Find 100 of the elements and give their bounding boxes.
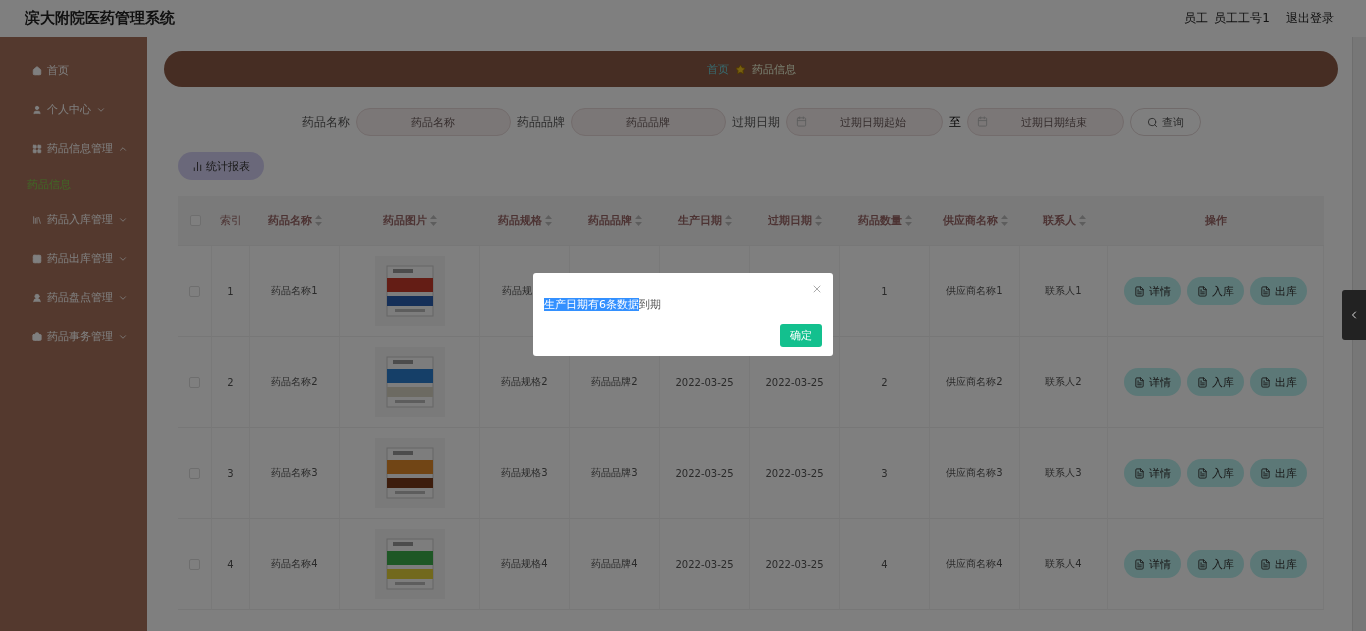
column-header: 联系人	[1042, 213, 1076, 228]
star-icon	[734, 63, 746, 75]
briefcase-icon	[32, 331, 42, 342]
breadcrumb-link[interactable]: 首页	[706, 61, 729, 77]
table-cell: 药品规格3	[480, 428, 570, 519]
table-cell: 1	[212, 246, 250, 337]
collapse-tab[interactable]	[1342, 290, 1366, 340]
sidebar-item[interactable]: 药品出库管理	[0, 239, 147, 278]
table-cell: 4	[212, 519, 250, 610]
report-button[interactable]: 统计报表	[178, 152, 264, 180]
sort-icon[interactable]	[430, 215, 437, 226]
column-header: 供应商名称	[942, 213, 998, 228]
table-cell: 供应商名称4	[930, 519, 1020, 610]
sort-icon[interactable]	[725, 215, 732, 226]
search-field[interactable]: 药品名称	[355, 108, 511, 136]
sort-icon[interactable]	[315, 215, 322, 226]
sort-icon[interactable]	[545, 215, 552, 226]
calendar-icon	[976, 116, 988, 127]
sidebar-item[interactable]: 首页	[0, 51, 147, 90]
user-name: 员工工号1	[1214, 10, 1270, 27]
grid-icon	[32, 253, 42, 264]
confirm-button[interactable]: 确定	[780, 324, 822, 347]
sort-icon[interactable]	[1078, 215, 1086, 226]
sidebar-item[interactable]: 药品事务管理	[0, 317, 147, 356]
table-cell: 药品品牌3	[570, 428, 660, 519]
table-cell: 2	[212, 337, 250, 428]
document-icon	[1197, 467, 1208, 479]
table-cell: 2	[840, 337, 930, 428]
action-button[interactable]: 详情	[1124, 550, 1181, 578]
table-cell: 2022-03-25	[660, 428, 750, 519]
document-icon	[1197, 285, 1208, 297]
sort-icon[interactable]	[815, 215, 822, 226]
field-label: 过期日期	[731, 113, 780, 131]
sidebar-item[interactable]: 个人中心	[0, 90, 147, 129]
action-button[interactable]: 出库	[1250, 277, 1307, 305]
column-header: 药品数量	[858, 213, 902, 228]
action-button[interactable]: 出库	[1250, 550, 1307, 578]
date-field[interactable]: 过期日期结束	[966, 108, 1124, 136]
column-header: 药品图片	[383, 213, 427, 228]
grid-icon	[32, 143, 42, 154]
document-icon	[1134, 558, 1145, 570]
action-button[interactable]: 详情	[1124, 368, 1181, 396]
sidebar-item[interactable]: 药品信息管理	[0, 129, 147, 168]
document-icon	[1260, 285, 1271, 297]
column-header: 药品规格	[498, 213, 542, 228]
table-cell: 3	[840, 428, 930, 519]
sort-icon[interactable]	[635, 215, 642, 226]
app-title: 滨大附院医药管理系统	[25, 9, 175, 28]
action-button[interactable]: 出库	[1250, 368, 1307, 396]
table-cell: 药品名称4	[250, 519, 340, 610]
table-cell: 供应商名称1	[930, 246, 1020, 337]
close-button[interactable]	[811, 283, 823, 295]
document-icon	[1260, 467, 1271, 479]
document-icon	[1134, 467, 1145, 479]
action-button[interactable]: 入库	[1187, 368, 1244, 396]
table-cell: 药品名称2	[250, 337, 340, 428]
document-icon	[1134, 376, 1145, 388]
column-header: 药品品牌	[588, 213, 632, 228]
date-field[interactable]: 过期日期起始	[785, 108, 943, 136]
breadcrumb-current: 药品信息	[751, 61, 796, 77]
logout-link[interactable]: 退出登录	[1286, 10, 1334, 27]
sidebar-item[interactable]: 药品盘点管理	[0, 278, 147, 317]
table-cell: 供应商名称3	[930, 428, 1020, 519]
table-cell: 1	[840, 246, 930, 337]
close-icon	[811, 283, 823, 295]
action-button[interactable]: 出库	[1250, 459, 1307, 487]
bar-chart-icon	[192, 160, 203, 172]
table-cell: 联系人1	[1020, 246, 1108, 337]
table-cell: 2022-03-25	[750, 428, 840, 519]
user-role: 员工	[1184, 10, 1209, 27]
column-header: 索引	[220, 213, 242, 228]
sort-icon[interactable]	[905, 215, 912, 226]
table-cell: 3	[212, 428, 250, 519]
action-button[interactable]: 详情	[1124, 459, 1181, 487]
search-button[interactable]: 查询	[1129, 108, 1201, 136]
document-icon	[1260, 376, 1271, 388]
action-button[interactable]: 入库	[1187, 550, 1244, 578]
action-button[interactable]: 入库	[1187, 277, 1244, 305]
user-icon	[32, 104, 42, 115]
column-header: 操作	[1205, 213, 1227, 228]
home-icon	[32, 65, 42, 76]
calendar-icon	[795, 116, 807, 127]
books-icon	[32, 214, 42, 225]
column-header: 过期日期	[768, 213, 812, 228]
search-field[interactable]: 药品品牌	[570, 108, 726, 136]
person-icon	[32, 292, 42, 303]
sort-icon[interactable]	[1000, 215, 1008, 226]
table-cell: 联系人3	[1020, 428, 1108, 519]
range-separator: 至	[948, 113, 961, 131]
sidebar-item[interactable]: 药品入库管理	[0, 200, 147, 239]
column-header: 生产日期	[678, 213, 722, 228]
action-button[interactable]: 详情	[1124, 277, 1181, 305]
table-cell: 药品规格4	[480, 519, 570, 610]
table-cell: 供应商名称2	[930, 337, 1020, 428]
action-button[interactable]: 入库	[1187, 459, 1244, 487]
scrollbar[interactable]	[1352, 37, 1366, 631]
table-cell: 药品名称3	[250, 428, 340, 519]
field-label: 药品品牌	[516, 113, 565, 131]
table-cell: 2022-03-25	[750, 519, 840, 610]
table-cell: 4	[840, 519, 930, 610]
